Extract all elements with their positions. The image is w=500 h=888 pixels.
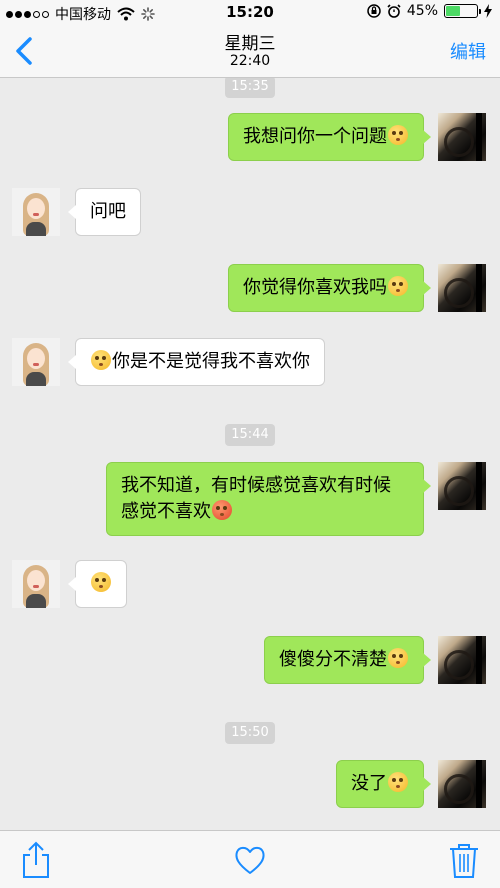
message-bubble-sent[interactable]: 我想问你一个问题 (228, 113, 431, 161)
timestamp: 15:50 (225, 722, 275, 744)
avatar-me[interactable] (438, 264, 486, 312)
navigation-bar: 星期三 22:40 编辑 (0, 24, 500, 78)
message-bubble-received[interactable]: 问吧 (68, 188, 141, 236)
emoji-icon (212, 500, 232, 520)
timestamp: 15:35 (225, 78, 275, 98)
message-bubble-sent[interactable]: 傻傻分不清楚 (264, 636, 431, 684)
status-right: 45% (367, 3, 492, 19)
message-text-line: 感觉不喜欢 (121, 501, 211, 522)
charging-icon (484, 4, 492, 18)
message-text: 我想问你一个问题 (243, 126, 387, 147)
message-bubble-sent[interactable]: 你觉得你喜欢我吗 (228, 264, 431, 312)
chat-title: 星期三 (224, 34, 276, 54)
message-text: 你是不是觉得我不喜欢你 (112, 351, 310, 372)
message-text: 傻傻分不清楚 (279, 649, 387, 670)
emoji-icon (388, 276, 408, 296)
emoji-icon (388, 125, 408, 145)
avatar-contact[interactable] (12, 338, 60, 386)
bottom-toolbar (0, 830, 500, 888)
share-icon[interactable] (18, 841, 54, 879)
avatar-me[interactable] (438, 760, 486, 808)
message-bubble-sent[interactable]: 没了 (336, 760, 431, 808)
emoji-icon (388, 772, 408, 792)
message-text: 问吧 (90, 201, 126, 222)
avatar-contact[interactable] (12, 560, 60, 608)
avatar-me[interactable] (438, 462, 486, 510)
battery-icon (444, 4, 481, 18)
edit-button[interactable]: 编辑 (450, 38, 486, 64)
avatar-contact[interactable] (12, 188, 60, 236)
battery-percent: 45% (406, 3, 438, 19)
avatar-me[interactable] (438, 113, 486, 161)
orientation-lock-icon (367, 4, 381, 18)
message-bubble-received[interactable] (68, 560, 127, 608)
message-bubble-received[interactable]: 你是不是觉得我不喜欢你 (68, 338, 325, 386)
message-text: 你觉得你喜欢我吗 (243, 277, 387, 298)
heart-icon[interactable] (232, 841, 268, 879)
thinking-emoji-icon (91, 572, 111, 592)
chat-area[interactable]: 15:35 我想问你一个问题 问吧 你觉得你喜欢我吗 你是不是觉得我不喜欢你 1… (0, 78, 500, 830)
status-bar: 中国移动 15:20 45% (0, 0, 500, 24)
message-text-line: 我不知道，有时候感觉喜欢有时候 (121, 475, 391, 496)
message-bubble-sent[interactable]: 我不知道，有时候感觉喜欢有时候 感觉不喜欢 (106, 462, 431, 536)
avatar-me[interactable] (438, 636, 486, 684)
alarm-icon (387, 4, 401, 18)
chat-subtitle: 22:40 (229, 53, 271, 69)
emoji-icon (91, 350, 111, 370)
emoji-icon (388, 648, 408, 668)
timestamp: 15:44 (225, 424, 275, 446)
trash-icon[interactable] (446, 841, 482, 879)
message-text: 没了 (351, 773, 387, 794)
battery-level-fill (446, 6, 460, 16)
